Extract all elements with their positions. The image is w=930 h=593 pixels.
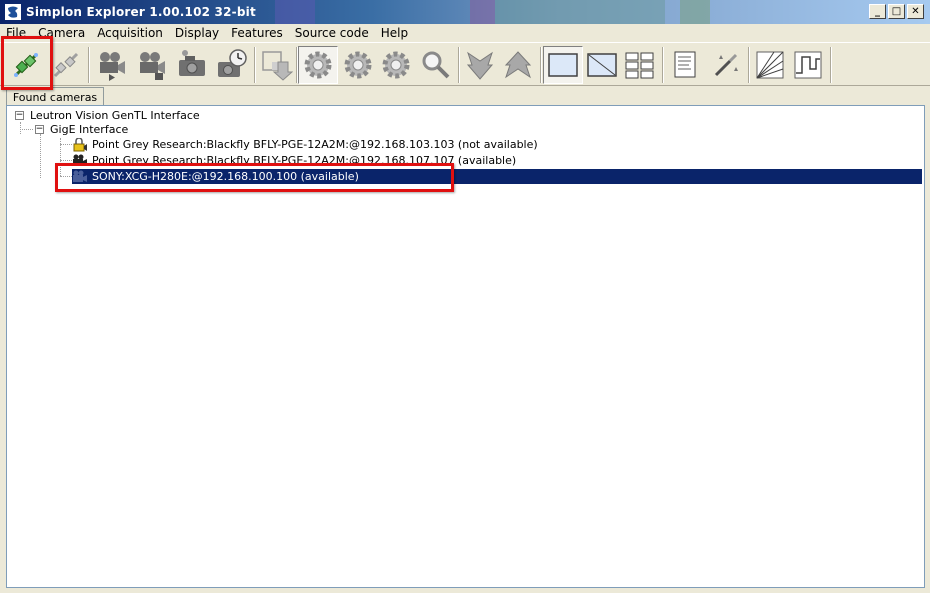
tree-guide xyxy=(60,160,72,161)
close-button[interactable]: ✕ xyxy=(907,4,924,19)
tree-node-label: GigE Interface xyxy=(50,123,129,136)
tree-node-label: Point Grey Research:Blackfly BFLY-PGE-12… xyxy=(92,154,517,167)
gear-3-button[interactable] xyxy=(376,46,416,84)
record-video-button[interactable] xyxy=(132,46,172,84)
title-decoration xyxy=(680,0,710,24)
title-decoration xyxy=(470,0,495,24)
collapse-icon[interactable]: − xyxy=(15,111,24,120)
tree-guide xyxy=(60,138,61,176)
single-view-button[interactable] xyxy=(543,46,583,84)
camera-icon xyxy=(72,170,88,184)
tree-node-camera[interactable]: Point Grey Research:Blackfly BFLY-PGE-12… xyxy=(72,137,538,152)
title-decoration xyxy=(495,0,665,24)
play-video-button[interactable] xyxy=(92,46,132,84)
export-button[interactable] xyxy=(256,46,296,84)
toolbar xyxy=(0,42,930,86)
app-logo-icon xyxy=(4,3,22,21)
toolbar-separator xyxy=(88,47,90,83)
tab-found-cameras[interactable]: Found cameras xyxy=(6,87,104,107)
tools-button[interactable] xyxy=(706,46,746,84)
frame-single-icon xyxy=(548,53,578,77)
menu-file[interactable]: File xyxy=(0,25,32,41)
grid-view-button[interactable] xyxy=(620,46,660,84)
menu-help[interactable]: Help xyxy=(375,25,414,41)
tree-guide xyxy=(40,134,41,178)
camera-icon xyxy=(72,154,88,168)
chart-lines-icon xyxy=(756,51,784,79)
camera-locked-icon xyxy=(72,137,88,152)
tab-row: Found cameras xyxy=(0,86,930,107)
magnifier-icon xyxy=(422,51,450,79)
tree-node-camera[interactable]: Point Grey Research:Blackfly BFLY-PGE-12… xyxy=(72,153,516,168)
arrow-down-icon xyxy=(466,51,494,80)
tree-node-label: SONY:XCG-H280E:@192.168.100.100 (availab… xyxy=(92,170,359,183)
grid-icon xyxy=(625,52,654,79)
connect-button[interactable] xyxy=(6,46,46,84)
timed-capture-icon xyxy=(218,49,247,77)
gear-1-icon xyxy=(304,51,332,79)
tree-guide xyxy=(60,144,72,145)
connect-icon xyxy=(13,52,39,78)
minimize-button[interactable]: _ xyxy=(869,4,886,19)
menu-camera[interactable]: Camera xyxy=(32,25,91,41)
chart-button[interactable] xyxy=(750,46,790,84)
tree-guide xyxy=(20,122,21,134)
gear-2-icon xyxy=(344,51,372,79)
arrow-up-icon xyxy=(504,51,532,79)
menu-features[interactable]: Features xyxy=(225,25,289,41)
play-video-icon xyxy=(100,52,125,81)
disconnect-icon xyxy=(53,52,79,78)
menu-acquisition[interactable]: Acquisition xyxy=(91,25,169,41)
magic-wand-icon xyxy=(714,53,738,77)
title-decoration xyxy=(275,0,315,24)
camera-tree[interactable]: − Leutron Vision GenTL Interface − GigE … xyxy=(6,105,925,588)
download-button[interactable] xyxy=(460,46,500,84)
app-window: Simplon Explorer 1.00.102 32-bit _ □ ✕ F… xyxy=(0,0,930,593)
camera-snapshot-icon xyxy=(179,50,205,76)
gear-2-button[interactable] xyxy=(338,46,378,84)
record-video-icon xyxy=(140,52,165,80)
snapshot-button[interactable] xyxy=(172,46,212,84)
window-title: Simplon Explorer 1.00.102 32-bit xyxy=(26,5,256,19)
menu-bar: File Camera Acquisition Display Features… xyxy=(0,24,930,42)
waveform-button[interactable] xyxy=(788,46,828,84)
diagonal-view-button[interactable] xyxy=(582,46,622,84)
tree-guide xyxy=(20,129,33,130)
toolbar-separator xyxy=(662,47,664,83)
disconnect-button[interactable] xyxy=(46,46,86,84)
menu-display[interactable]: Display xyxy=(169,25,225,41)
document-icon xyxy=(674,51,696,78)
menu-source-code[interactable]: Source code xyxy=(289,25,375,41)
tree-node-camera-selected[interactable]: SONY:XCG-H280E:@192.168.100.100 (availab… xyxy=(72,169,922,184)
tree-guide xyxy=(60,176,72,177)
window-controls: _ □ ✕ xyxy=(869,4,924,19)
timed-capture-button[interactable] xyxy=(212,46,252,84)
export-icon xyxy=(262,51,293,81)
toolbar-separator xyxy=(830,47,832,83)
tree-node-gige-interface[interactable]: − GigE Interface xyxy=(35,122,128,137)
toolbar-separator xyxy=(540,47,542,83)
gear-3-icon xyxy=(382,51,410,79)
gear-1-button[interactable] xyxy=(298,46,338,84)
frame-diagonal-icon xyxy=(587,53,617,77)
zoom-button[interactable] xyxy=(416,46,456,84)
properties-button[interactable] xyxy=(666,46,706,84)
upload-button[interactable] xyxy=(498,46,538,84)
collapse-icon[interactable]: − xyxy=(35,125,44,134)
waveform-icon xyxy=(794,51,822,79)
tree-node-root[interactable]: − Leutron Vision GenTL Interface xyxy=(15,108,200,123)
maximize-button[interactable]: □ xyxy=(888,4,905,19)
tree-node-label: Leutron Vision GenTL Interface xyxy=(30,109,200,122)
title-bar[interactable]: Simplon Explorer 1.00.102 32-bit _ □ ✕ xyxy=(0,0,930,24)
tree-node-label: Point Grey Research:Blackfly BFLY-PGE-12… xyxy=(92,138,538,151)
